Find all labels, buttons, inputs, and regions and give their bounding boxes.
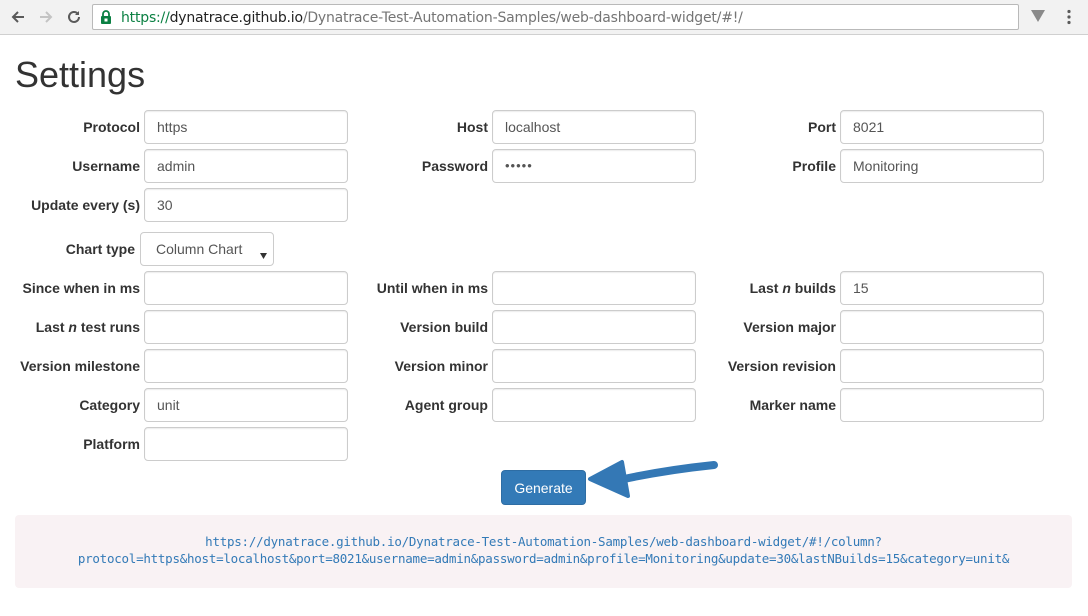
agent-group-input[interactable] [492,388,696,422]
browser-toolbar: https://dynatrace.github.io/Dynatrace-Te… [0,0,1088,35]
page-title: Settings [15,54,146,95]
chart-type-select[interactable]: Column Chart [140,232,274,266]
version-revision-input[interactable] [840,349,1044,383]
marker-name-input[interactable] [840,388,1044,422]
platform-label: Platform [83,436,140,452]
password-label: Password [421,158,488,174]
annotation-arrow-icon [588,460,718,498]
version-build-label: Version build [400,319,488,335]
generated-url-line-2[interactable]: protocol=https&host=localhost&port=8021&… [15,551,1072,566]
until-input[interactable] [492,271,696,305]
forward-icon[interactable] [35,6,57,28]
chart-type-label: Chart type [65,241,135,257]
marker-name-label: Marker name [749,397,836,413]
last-builds-label: Last n builds [749,280,836,296]
username-label: Username [72,158,140,174]
username-input[interactable]: admin [144,149,348,183]
version-build-input[interactable] [492,310,696,344]
version-major-input[interactable] [840,310,1044,344]
category-input[interactable]: unit [144,388,348,422]
menu-icon[interactable] [1062,9,1076,30]
last-builds-input[interactable]: 15 [840,271,1044,305]
update-input[interactable]: 30 [144,188,348,222]
version-major-label: Version major [743,319,836,335]
generate-button[interactable]: Generate [501,470,586,505]
version-minor-input[interactable] [492,349,696,383]
protocol-label: Protocol [83,119,140,135]
password-input[interactable]: ••••• [492,149,696,183]
update-label: Update every (s) [31,197,140,213]
generated-url-line-1[interactable]: https://dynatrace.github.io/Dynatrace-Te… [15,534,1072,549]
version-milestone-input[interactable] [144,349,348,383]
host-label: Host [456,119,488,135]
profile-label: Profile [792,158,836,174]
generated-url-box: https://dynatrace.github.io/Dynatrace-Te… [15,515,1072,588]
chart-type-value: Column Chart [156,241,243,257]
category-label: Category [79,397,140,413]
version-milestone-label: Version milestone [20,358,140,374]
dropdown-arrow-icon [260,246,267,262]
last-test-runs-input[interactable] [144,310,348,344]
until-label: Until when in ms [376,280,488,296]
last-test-runs-label: Last n test runs [35,319,140,335]
agent-group-label: Agent group [404,397,488,413]
back-icon[interactable] [7,6,29,28]
port-input[interactable]: 8021 [840,110,1044,144]
since-label: Since when in ms [22,280,140,296]
protocol-input[interactable]: https [144,110,348,144]
profile-input[interactable]: Monitoring [840,149,1044,183]
version-revision-label: Version revision [727,358,836,374]
reload-icon[interactable] [63,6,85,28]
since-input[interactable] [144,271,348,305]
version-minor-label: Version minor [394,358,488,374]
port-label: Port [808,119,836,135]
extension-icon[interactable] [1030,9,1046,28]
platform-input[interactable] [144,427,348,461]
address-bar[interactable]: https://dynatrace.github.io/Dynatrace-Te… [92,4,1019,30]
lock-icon [100,10,112,29]
address-url: https://dynatrace.github.io/Dynatrace-Te… [121,10,743,26]
host-input[interactable]: localhost [492,110,696,144]
